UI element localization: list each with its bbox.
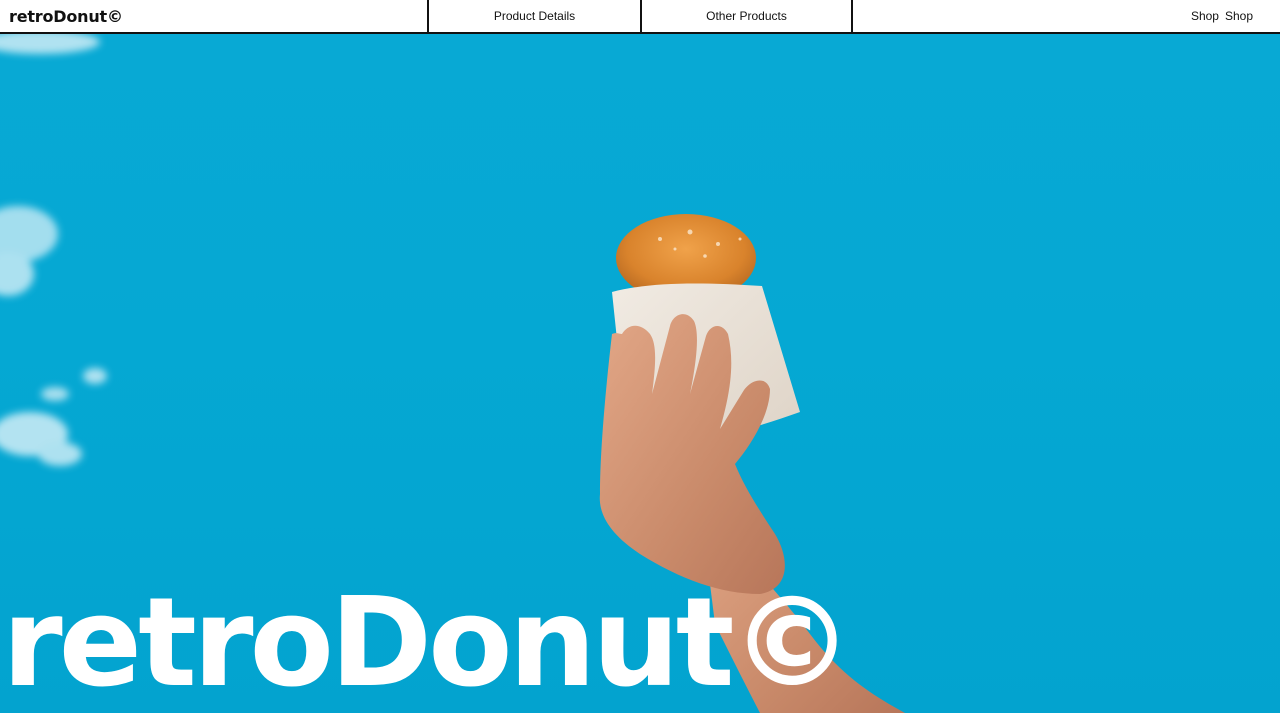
hero-title: retroDonut© <box>2 572 854 713</box>
nav-link-other-products[interactable]: Other Products <box>640 0 853 32</box>
shop-links: Shop Shop <box>1191 0 1280 32</box>
page: retroDonut© Product Details Other Produc… <box>0 0 1280 713</box>
clouds <box>0 34 107 466</box>
brand-logo-link[interactable]: retroDonut© <box>0 0 427 32</box>
nav-link-product-details[interactable]: Product Details <box>427 0 640 32</box>
shop-link-2[interactable]: Shop <box>1225 9 1253 23</box>
top-navigation: retroDonut© Product Details Other Produc… <box>0 0 1280 34</box>
shop-link-1[interactable]: Shop <box>1191 9 1219 23</box>
hero-section: retroDonut© <box>0 34 1280 713</box>
